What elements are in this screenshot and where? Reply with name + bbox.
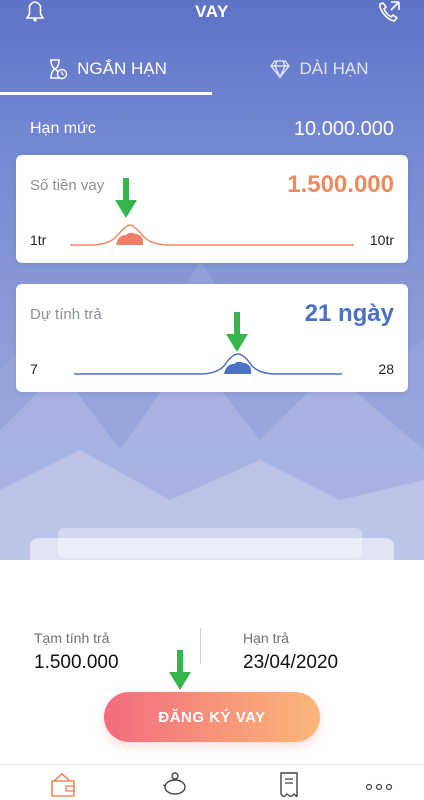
green-arrow-icon [226,312,248,352]
piggy-bank-icon[interactable] [160,771,190,797]
due-date-label: Hạn trả [243,630,289,646]
loan-amount-card: Số tiền vay 1.500.000 1tr 10tr [16,155,408,263]
receipt-icon[interactable] [274,771,304,797]
due-date-value: 23/04/2020 [243,652,339,673]
wallet-icon[interactable] [48,771,78,797]
hero-background: VAY NGẮN HẠN DÀI HẠN Hạn mức 10.000.000 … [0,0,424,560]
loan-amount-value: 1.500.000 [287,171,394,198]
slider-thumb[interactable] [224,361,252,374]
register-loan-button[interactable]: ĐĂNG KÝ VAY [104,692,320,742]
top-bar: VAY [0,0,424,30]
tentative-payment-label: Tạm tính trả [34,630,110,646]
credit-limit-row: Hạn mức 10.000.000 [30,118,394,142]
repayment-term-slider[interactable] [16,336,408,392]
slider-track [74,353,342,375]
tab-long-term[interactable]: DÀI HẠN [212,44,424,94]
tentative-payment-value: 1.500.000 [34,652,119,673]
background-card [30,538,394,560]
tentative-payment: Tạm tính trả 1.500.000 [34,630,119,674]
more-icon[interactable] [364,783,394,791]
repayment-term-value: 21 ngày [304,300,394,327]
hourglass-icon [50,59,68,80]
loan-amount-max: 10tr [369,232,394,248]
loan-amount-min: 1tr [30,232,47,248]
repayment-term-card: Dự tính trả 21 ngày 7 28 [16,284,408,392]
loan-amount-label: Số tiền vay [30,177,105,194]
bottom-navigation [0,764,424,800]
slider-track [70,224,354,246]
green-arrow-icon [115,178,137,218]
due-date: Hạn trả 23/04/2020 [243,630,338,674]
credit-limit-label: Hạn mức [30,120,96,137]
diamond-icon [269,60,290,79]
slider-thumb[interactable] [116,232,144,245]
credit-limit-value: 10.000.000 [293,118,394,140]
repayment-term-label: Dự tính trả [30,306,102,323]
green-arrow-icon [169,650,191,690]
phone-call-icon[interactable] [376,0,402,24]
tab-short-term-label: NGẮN HẠN [77,59,167,78]
summary-divider [200,628,201,664]
loan-type-tabs: NGẮN HẠN DÀI HẠN [0,44,424,95]
tab-short-term[interactable]: NGẮN HẠN [0,44,212,94]
page-title: VAY [195,2,229,21]
repayment-term-max: 28 [378,361,394,377]
tab-long-term-label: DÀI HẠN [299,59,369,78]
loan-amount-slider[interactable] [16,207,408,263]
repayment-term-min: 7 [30,361,38,377]
active-tab-indicator [0,92,212,95]
loan-summary: Tạm tính trả 1.500.000 Hạn trả 23/04/202… [0,620,424,680]
